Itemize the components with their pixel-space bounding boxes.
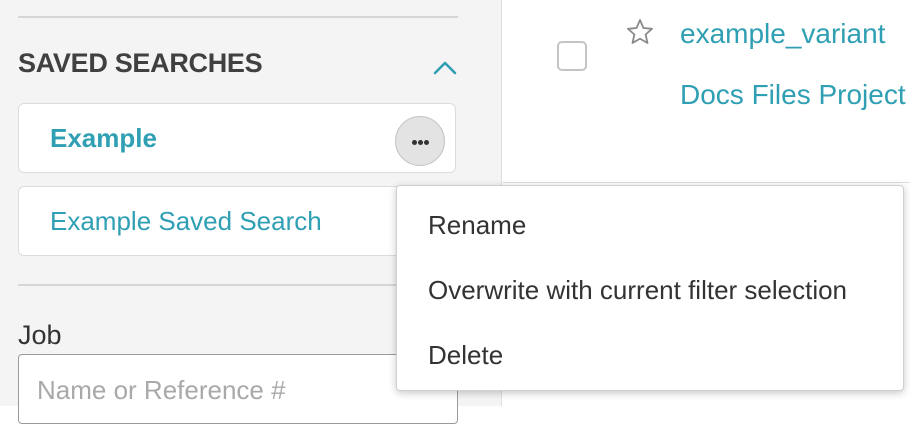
collapse-saved-searches-button[interactable] [430,52,460,82]
saved-searches-heading: SAVED SEARCHES [18,48,263,78]
row-select-checkbox[interactable] [557,41,587,71]
menu-item-overwrite[interactable]: Overwrite with current filter selection [397,262,903,318]
saved-search-label: Example [50,123,157,153]
job-search-placeholder: Name or Reference # [37,375,286,405]
saved-search-item[interactable]: Example [18,103,456,173]
star-outline-icon [627,19,653,44]
saved-search-more-button[interactable] [395,116,445,166]
result-project-link[interactable]: Docs Files Project [680,79,906,111]
menu-item-rename[interactable]: Rename [397,197,903,253]
sidebar-divider [18,284,458,286]
result-title-link[interactable]: example_variant [680,18,885,50]
saved-search-item[interactable]: Example Saved Search [18,186,456,256]
saved-search-context-menu: Rename Overwrite with current filter sel… [396,185,904,391]
favorite-toggle[interactable] [625,17,655,47]
saved-search-label: Example Saved Search [50,206,322,236]
chevron-up-icon [433,61,457,75]
row-divider [503,182,910,183]
sidebar-divider [18,16,458,18]
menu-item-delete[interactable]: Delete [397,327,903,383]
job-field-label: Job [18,320,62,350]
